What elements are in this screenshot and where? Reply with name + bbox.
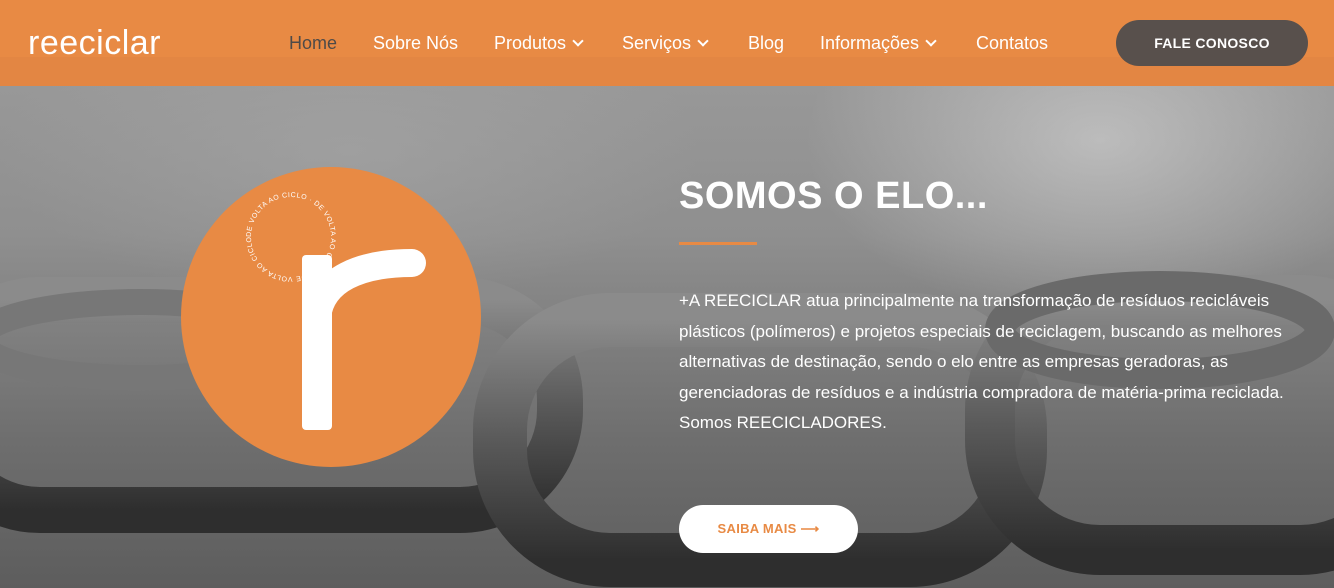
nav-item-blog[interactable]: Blog (748, 30, 784, 56)
nav-label: Sobre Nós (373, 33, 459, 53)
headline-underline (679, 242, 757, 245)
button-label: SAIBA MAIS (717, 521, 797, 536)
nav-label: Produtos (494, 33, 567, 53)
reeciclar-emblem: DE VOLTA AO CICLO · DE VOLTA AO CICLO · … (181, 167, 481, 467)
nav-item-home[interactable]: Home (289, 30, 337, 56)
saiba-mais-button[interactable]: SAIBA MAIS ⟶ (679, 505, 858, 553)
hero-body-text: +A REECICLAR atua principalmente na tran… (679, 291, 1284, 432)
nav-item-sobre-nos[interactable]: Sobre Nós (373, 30, 458, 56)
chevron-down-icon (572, 35, 584, 47)
fale-conosco-button[interactable]: FALE CONOSCO (1116, 20, 1308, 66)
nav-item-informacoes[interactable]: Informações (820, 30, 937, 56)
chevron-down-icon (925, 35, 937, 47)
site-header: reeciclar Home Sobre Nós Produtos Serviç… (0, 0, 1334, 86)
nav-item-servicos[interactable]: Serviços (622, 30, 709, 56)
nav-label: Home (289, 33, 338, 53)
chevron-down-icon (697, 35, 709, 47)
arrow-right-icon: ⟶ (800, 521, 820, 536)
site-logo[interactable]: reeciclar (28, 24, 161, 62)
nav-item-produtos[interactable]: Produtos (494, 30, 584, 56)
nav-label: Contatos (976, 33, 1049, 53)
nav-label: Informações (820, 33, 920, 53)
nav-label: Blog (748, 33, 785, 53)
nav-item-contatos[interactable]: Contatos (976, 30, 1048, 56)
hero-headline: SOMOS O ELO... (679, 175, 988, 217)
nav-label: Serviços (622, 33, 692, 53)
